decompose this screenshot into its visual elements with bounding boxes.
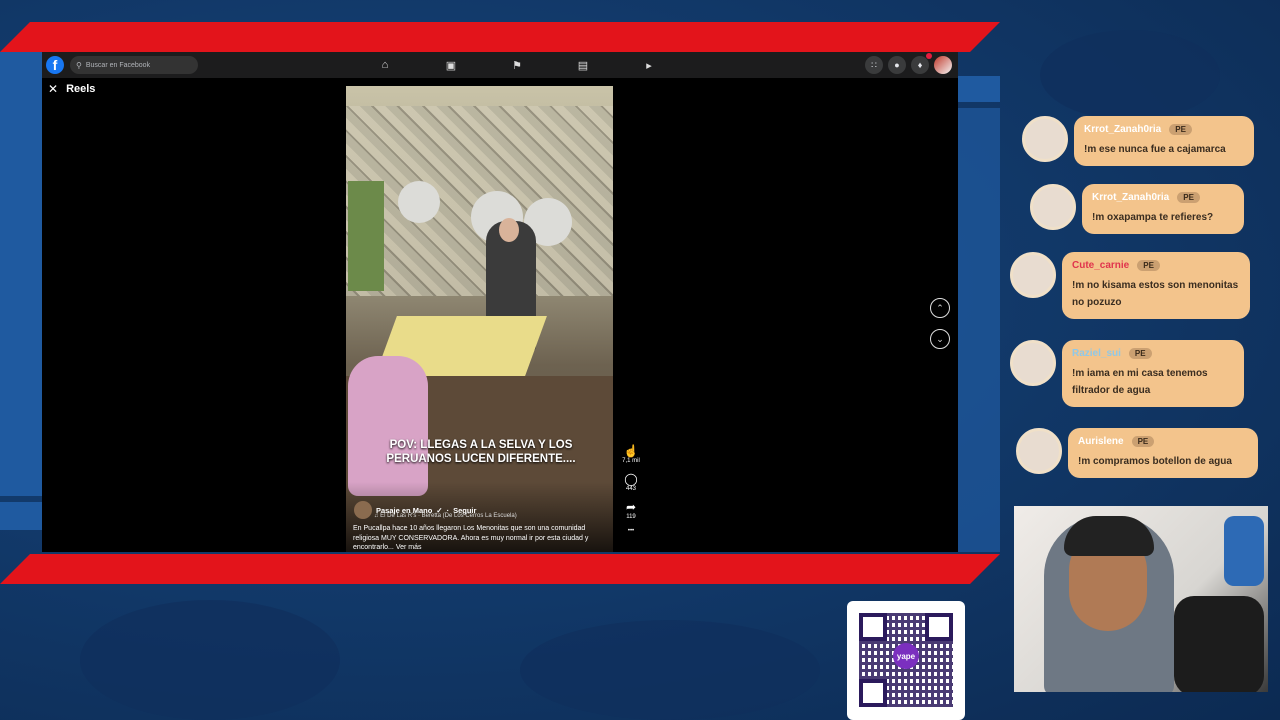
main-nav: ⌂ ▣ ⚑ ▤ ▸ <box>352 52 682 78</box>
red-frame-bottom <box>0 554 1000 584</box>
country-tag: PE <box>1137 260 1160 271</box>
reels-title: Reels <box>66 83 96 95</box>
share-count: 119 <box>626 514 636 520</box>
chat-username: Krrot_Zanah0ria <box>1084 124 1162 135</box>
music-title: El De Las R's · Beretta (De Los Cerros L… <box>380 513 517 519</box>
comment-count: 443 <box>625 486 636 492</box>
chat-bubble: Krrot_Zanah0ria PE !m ese nunca fue a caj… <box>1074 116 1254 166</box>
webcam-feed <box>1014 506 1268 692</box>
more-options-icon[interactable]: ••• <box>620 528 642 534</box>
notifications-icon[interactable]: ♦ <box>911 53 932 74</box>
map-shape <box>80 600 340 720</box>
previous-reel-button[interactable]: ⌃ <box>930 298 950 318</box>
webcam-chair <box>1174 596 1264 692</box>
chat-avatar <box>1010 252 1056 298</box>
map-shape <box>1040 30 1220 120</box>
chat-bubble: Raziel_sui PE !m iama en mi casa tenemos … <box>1062 340 1244 407</box>
red-frame-top <box>0 22 1000 52</box>
notification-badge <box>926 53 932 59</box>
messenger-icon[interactable]: ● <box>888 56 906 74</box>
chat-text: !m iama en mi casa tenemos filtrador de … <box>1072 368 1208 396</box>
chat-avatar <box>1016 428 1062 474</box>
facebook-topbar: f ⚲ Buscar en Facebook ⌂ ▣ ⚑ ▤ ▸ ∷ ● ♦ <box>42 52 958 78</box>
chat-text: !m compramos botellon de agua <box>1078 456 1232 467</box>
video-icon[interactable]: ▣ <box>418 52 484 78</box>
country-tag: PE <box>1131 436 1155 447</box>
chat-username: Krrot_Zanah0ria <box>1092 192 1170 203</box>
frame-right-strip <box>958 108 1000 552</box>
chat-text: !m oxapampa te refieres? <box>1092 212 1214 223</box>
close-icon[interactable]: ✕ <box>48 82 58 96</box>
chat-message: Aurislene PE !m compramos botellon de agu… <box>1016 428 1258 478</box>
video-window <box>348 181 384 291</box>
chat-avatar <box>1022 116 1068 162</box>
author-avatar[interactable] <box>354 501 372 519</box>
account-controls: ∷ ● ♦ <box>865 53 952 74</box>
chat-bubble: Cute_carnie PE !m no kisama estos son men… <box>1062 252 1250 319</box>
caption-text: En Pucallpa hace 10 años llegaron Los Me… <box>353 525 589 551</box>
comment-button[interactable]: ◯ 443 <box>620 472 642 492</box>
share-button[interactable]: ➦ 119 <box>620 500 642 520</box>
reel-music[interactable]: ♫ El De Las R's · Beretta (De Los Cerros… <box>374 513 517 519</box>
home-icon[interactable]: ⌂ <box>352 52 418 78</box>
video-pot <box>398 181 440 223</box>
webcam-backpack <box>1224 516 1264 586</box>
reel-caption: En Pucallpa hace 10 años llegaron Los Me… <box>353 524 598 552</box>
qr-corner <box>925 613 953 641</box>
search-input[interactable]: ⚲ Buscar en Facebook <box>70 56 198 74</box>
comment-icon: ◯ <box>624 472 638 486</box>
next-reel-button[interactable]: ⌄ <box>930 329 950 349</box>
frame-left-strip <box>0 52 42 496</box>
reel-video[interactable]: POV: LLEGAS A LA SELVA Y LOS PERUANOS LU… <box>346 86 613 552</box>
reel-overlay-text: POV: LLEGAS A LA SELVA Y LOS PERUANOS LU… <box>386 439 576 465</box>
chat-text: !m no kisama estos son menonitas no pozu… <box>1072 280 1239 308</box>
chat-bubble: Krrot_Zanah0ria PE !m oxapampa te refiere… <box>1082 184 1244 234</box>
chat-message: Raziel_sui PE !m iama en mi casa tenemos … <box>1010 340 1244 407</box>
video-person-head <box>499 218 519 242</box>
frame-right-strip <box>958 76 1000 102</box>
webcam-hair <box>1064 516 1154 556</box>
chevron-down-icon: ⌄ <box>936 333 944 344</box>
country-tag: PE <box>1128 348 1152 359</box>
like-button[interactable]: ☝ 7,1 mil <box>620 444 642 464</box>
video-child <box>348 356 428 496</box>
chat-username: Aurislene <box>1078 436 1124 447</box>
marketplace-icon[interactable]: ▤ <box>550 52 616 78</box>
apps-icon[interactable]: ∷ <box>865 56 883 74</box>
search-placeholder: Buscar en Facebook <box>85 61 151 69</box>
share-icon: ➦ <box>625 500 637 514</box>
chat-username: Cute_carnie <box>1072 260 1130 271</box>
country-tag: PE <box>1177 192 1200 203</box>
frame-left-tab <box>0 502 42 530</box>
qr-corner <box>859 613 887 641</box>
reels-header: ✕ Reels <box>48 82 95 96</box>
facebook-logo[interactable]: f <box>46 56 64 74</box>
chat-text: !m ese nunca fue a cajamarca <box>1084 144 1226 155</box>
chat-bubble: Aurislene PE !m compramos botellon de agu… <box>1068 428 1258 478</box>
thumbs-up-icon: ☝ <box>623 444 639 458</box>
profile-avatar[interactable] <box>934 56 952 74</box>
map-shape <box>520 620 820 720</box>
chat-message: Krrot_Zanah0ria PE !m oxapampa te refiere… <box>1030 184 1244 234</box>
yape-logo: yape <box>893 643 919 669</box>
like-count: 7,1 mil <box>622 458 640 464</box>
chevron-up-icon: ⌃ <box>936 302 944 313</box>
search-icon: ⚲ <box>76 60 82 70</box>
reel-actions: ☝ 7,1 mil ◯ 443 ➦ 119 ••• <box>620 444 642 542</box>
chat-avatar <box>1030 184 1076 230</box>
see-more-link[interactable]: Ver más <box>396 544 422 551</box>
facebook-window: f ⚲ Buscar en Facebook ⌂ ▣ ⚑ ▤ ▸ ∷ ● ♦ ✕… <box>42 52 958 552</box>
flag-icon[interactable]: ⚑ <box>484 52 550 78</box>
chat-message: Cute_carnie PE !m no kisama estos son men… <box>1010 252 1250 319</box>
qr-code: yape <box>847 601 965 720</box>
chat-username: Raziel_sui <box>1072 348 1121 359</box>
country-tag: PE <box>1169 124 1192 135</box>
chat-avatar <box>1010 340 1056 386</box>
chat-message: Krrot_Zanah0ria PE !m ese nunca fue a caj… <box>1022 116 1254 166</box>
qr-corner <box>859 679 887 707</box>
megaphone-icon[interactable]: ▸ <box>616 52 682 78</box>
